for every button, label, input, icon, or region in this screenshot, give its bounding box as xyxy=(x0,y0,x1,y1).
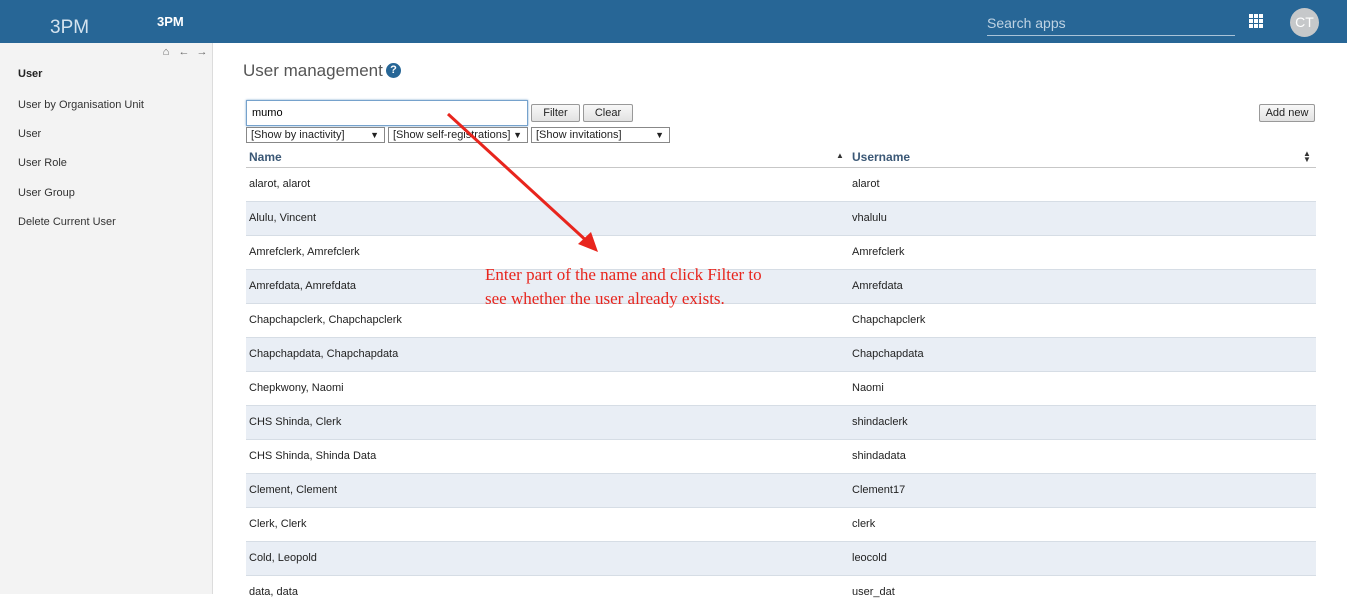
sort-both-icon[interactable]: ▲ ▼ xyxy=(1303,150,1311,164)
cell-name: alarot, alarot xyxy=(249,178,311,190)
cell-name: Clement, Clement xyxy=(249,484,338,496)
table-row[interactable]: Clement, Clement Clement17 xyxy=(246,474,1316,508)
invitations-select-value: [Show invitations] xyxy=(536,129,622,141)
cell-name: data, data xyxy=(249,586,298,598)
inactivity-select-value: [Show by inactivity] xyxy=(251,129,345,141)
cell-username: Clement17 xyxy=(852,484,906,496)
cell-name: Chapchapdata, Chapchapdata xyxy=(249,348,399,360)
dropdown-caret-icon: ▼ xyxy=(513,130,522,140)
sidebar-item-user-group[interactable]: User Group xyxy=(18,187,75,199)
cell-username: shindadata xyxy=(852,450,906,462)
cell-name: CHS Shinda, Clerk xyxy=(249,416,342,428)
annotation-line-2: see whether the user already exists. xyxy=(485,289,725,308)
cell-name: Amrefdata, Amrefdata xyxy=(249,280,356,292)
sidebar-item-delete-current-user[interactable]: Delete Current User xyxy=(18,216,116,228)
dropdown-caret-icon: ▼ xyxy=(370,130,379,140)
home-icon[interactable]: ⌂ xyxy=(160,46,172,58)
self-registrations-select[interactable]: [Show self-registrations] ▼ xyxy=(388,127,528,143)
cell-name: CHS Shinda, Shinda Data xyxy=(249,450,377,462)
user-avatar[interactable]: CT xyxy=(1290,8,1319,37)
cell-name: Alulu, Vincent xyxy=(249,212,317,224)
forward-arrow-icon[interactable]: → xyxy=(196,46,208,58)
cell-username: Naomi xyxy=(852,382,884,394)
clear-button[interactable]: Clear xyxy=(583,104,633,122)
cell-username: alarot xyxy=(852,178,880,190)
cell-username: Chapchapdata xyxy=(852,348,924,360)
invitations-select[interactable]: [Show invitations] ▼ xyxy=(531,127,670,143)
table-row[interactable]: CHS Shinda, Clerk shindaclerk xyxy=(246,406,1316,440)
app-logo[interactable]: 3PM xyxy=(50,17,89,39)
cell-name: Chepkwony, Naomi xyxy=(249,382,344,394)
top-bar: 3PM 3PM CT xyxy=(0,0,1347,43)
cell-name: Amrefclerk, Amrefclerk xyxy=(249,246,360,258)
help-icon[interactable]: ? xyxy=(386,63,401,78)
cell-name: Cold, Leopold xyxy=(249,552,317,564)
column-header-name[interactable]: Name xyxy=(249,150,282,164)
sidebar-item-user-header[interactable]: User xyxy=(18,68,42,80)
sidebar-item-user-by-org-unit[interactable]: User by Organisation Unit xyxy=(18,99,144,111)
inactivity-select[interactable]: [Show by inactivity] ▼ xyxy=(246,127,385,143)
table-header: Name ▲ Username ▲ ▼ xyxy=(246,147,1316,168)
cell-username: shindaclerk xyxy=(852,416,908,428)
table-row[interactable]: data, data user_dat xyxy=(246,576,1316,598)
column-header-username[interactable]: Username xyxy=(852,150,910,164)
dropdown-caret-icon: ▼ xyxy=(655,130,664,140)
annotation-line-1: Enter part of the name and click Filter … xyxy=(485,265,762,284)
cell-username: leocold xyxy=(852,552,887,564)
self-registrations-select-value: [Show self-registrations] xyxy=(393,129,511,141)
add-new-button[interactable]: Add new xyxy=(1259,104,1315,122)
sidebar: ⌂ ← → User User by Organisation Unit Use… xyxy=(0,43,213,594)
back-arrow-icon[interactable]: ← xyxy=(178,46,190,58)
sidebar-item-user[interactable]: User xyxy=(18,128,41,140)
cell-username: vhalulu xyxy=(852,212,887,224)
sidebar-nav-icons: ⌂ ← → xyxy=(160,46,208,58)
cell-name: Clerk, Clerk xyxy=(249,518,307,530)
table-row[interactable]: Alulu, Vincent vhalulu xyxy=(246,202,1316,236)
table-row[interactable]: alarot, alarot alarot xyxy=(246,168,1316,202)
page-title: User management xyxy=(243,61,383,80)
cell-username: Chapchapclerk xyxy=(852,314,926,326)
cell-username: user_dat xyxy=(852,586,895,598)
cell-name: Chapchapclerk, Chapchapclerk xyxy=(249,314,402,326)
cell-username: Amrefdata xyxy=(852,280,903,292)
cell-username: clerk xyxy=(852,518,876,530)
table-row[interactable]: Cold, Leopold leocold xyxy=(246,542,1316,576)
cell-username: Amrefclerk xyxy=(852,246,905,258)
app-title: 3PM xyxy=(157,14,184,29)
table-row[interactable]: CHS Shinda, Shinda Data shindadata xyxy=(246,440,1316,474)
annotation-text: Enter part of the name and click Filter … xyxy=(485,263,825,311)
sort-ascending-icon[interactable]: ▲ xyxy=(836,151,844,160)
filter-button[interactable]: Filter xyxy=(531,104,580,122)
apps-grid-icon[interactable] xyxy=(1249,14,1263,28)
search-apps-input[interactable] xyxy=(987,11,1235,36)
table-row[interactable]: Clerk, Clerk clerk xyxy=(246,508,1316,542)
table-row[interactable]: Chepkwony, Naomi Naomi xyxy=(246,372,1316,406)
filter-name-input[interactable] xyxy=(246,100,528,126)
sidebar-item-user-role[interactable]: User Role xyxy=(18,157,67,169)
table-row[interactable]: Chapchapdata, Chapchapdata Chapchapdata xyxy=(246,338,1316,372)
